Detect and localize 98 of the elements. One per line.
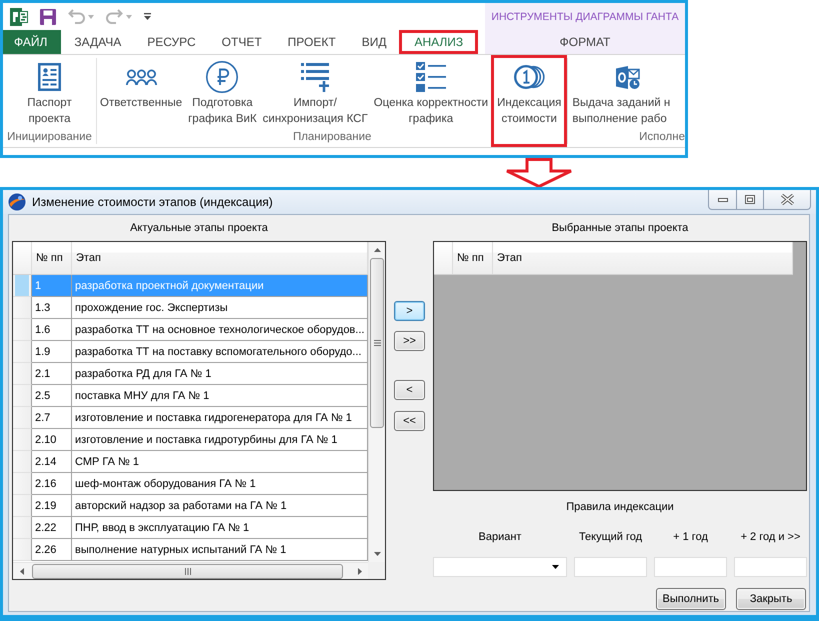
table-row[interactable]: 2.14 СМР ГА № 1 xyxy=(13,451,368,473)
ribbon-button[interactable]: Подготовка графика ВиК xyxy=(185,55,260,130)
minimize-icon xyxy=(718,198,728,202)
field-label: + 2 год и >> xyxy=(740,530,800,545)
dialog-button[interactable]: Закрыть xyxy=(736,588,806,610)
group-label: Планирование xyxy=(292,130,372,145)
ribbon-button[interactable]: Оценка корректности графика xyxy=(370,55,492,130)
ribbon-button[interactable]: Паспорт проекта xyxy=(24,55,75,130)
coins-icon xyxy=(514,65,545,89)
ribbon-tab[interactable]: РЕСУРС xyxy=(134,30,209,54)
scrollbar-corner xyxy=(368,562,385,579)
row-header-cell[interactable] xyxy=(13,341,32,363)
list-add-icon xyxy=(301,62,330,92)
row-header-cell[interactable] xyxy=(13,297,32,319)
close-icon xyxy=(780,194,794,205)
row-header-cell[interactable] xyxy=(13,429,32,451)
checklist-icon xyxy=(416,62,446,92)
row-header-cell[interactable] xyxy=(13,385,32,407)
app-logo-icon xyxy=(8,193,26,211)
transfer-button[interactable]: >> xyxy=(394,331,425,351)
table-row[interactable]: 2.5 поставка МНУ для ГА № 1 xyxy=(13,385,368,407)
column-header[interactable]: № пп xyxy=(453,242,493,274)
table-cell: 2.26 xyxy=(32,539,72,561)
ruble-coin-icon xyxy=(206,61,238,93)
group-label: Исполне xyxy=(639,130,685,145)
row-header-cell[interactable] xyxy=(13,517,32,539)
scroll-up-icon[interactable] xyxy=(374,248,380,252)
input-field[interactable] xyxy=(574,557,647,577)
group-label: Инициирование xyxy=(7,130,92,145)
table-row[interactable]: 2.19 авторский надзор за работами на ГА № 1 xyxy=(13,495,368,517)
scroll-right-icon[interactable] xyxy=(358,568,362,574)
section-title: Правила индексации xyxy=(566,500,674,515)
input-field[interactable] xyxy=(734,557,807,577)
maximize-button[interactable] xyxy=(737,190,764,210)
scrollbar-thumb[interactable] xyxy=(370,258,384,428)
input-field[interactable] xyxy=(654,557,727,577)
dialog-button[interactable]: Выполнить xyxy=(656,588,726,610)
column-header[interactable]: № пп xyxy=(32,242,72,274)
contextual-header: ИНСТРУМЕНТЫ ДИАГРАММЫ ГАНТА xyxy=(491,10,679,25)
row-header-cell[interactable] xyxy=(13,495,32,517)
field-label: Текущий год xyxy=(578,530,642,545)
table-row[interactable]: 1.3 прохождение гос. Экспертизы xyxy=(13,297,368,319)
row-header-cell[interactable] xyxy=(13,473,32,495)
transfer-button[interactable]: < xyxy=(394,380,425,400)
ribbon-tab[interactable]: ПРОЕКТ xyxy=(274,30,349,54)
scrollbar-thumb[interactable] xyxy=(32,564,343,578)
save-icon[interactable] xyxy=(40,8,56,24)
table-cell: выполнение натурных испытаний ГА № 1 xyxy=(72,539,368,561)
ribbon-tab[interactable]: ВИД xyxy=(348,30,400,54)
app-logo-icon[interactable] xyxy=(10,8,28,26)
ribbon-tab[interactable]: АНАЛИЗ xyxy=(399,30,478,54)
transfer-button[interactable]: << xyxy=(394,411,425,431)
grip-icon xyxy=(184,568,190,574)
transfer-button[interactable]: > xyxy=(394,301,425,321)
ribbon-button[interactable]: Ответственные xyxy=(97,55,186,130)
table-row[interactable]: 1.6 разработка ТТ на основное технологическое оборудов... xyxy=(13,319,368,341)
vertical-scrollbar[interactable] xyxy=(368,242,385,562)
field-label: Вариант xyxy=(478,530,522,545)
row-header-cell[interactable] xyxy=(13,275,32,297)
customize-icon[interactable] xyxy=(144,13,151,20)
ribbon-tab[interactable]: ОТЧЕТ xyxy=(208,30,275,54)
ribbon-tab[interactable]: ФОРМАТ xyxy=(546,30,624,54)
row-header-cell[interactable] xyxy=(13,363,32,385)
ribbon-button[interactable]: Импорт/ синхронизация КСГ xyxy=(260,55,371,130)
maximize-icon xyxy=(745,195,755,204)
caret-icon[interactable] xyxy=(88,14,94,18)
row-header-cell[interactable] xyxy=(13,319,32,341)
table-row[interactable]: 2.10 изготовление и поставка гидротурбины для ГА № 1 xyxy=(13,429,368,451)
table-row[interactable]: 2.1 разработка РД для ГА № 1 xyxy=(13,363,368,385)
table-row[interactable]: 1.9 разработка ТТ на поставку вспомогательного оборудо... xyxy=(13,341,368,363)
row-header-cell[interactable] xyxy=(13,451,32,473)
table-row[interactable]: 2.16 шеф-монтаж оборудования ГА № 1 xyxy=(13,473,368,495)
table-row[interactable]: 2.26 выполнение натурных испытаний ГА № 1 xyxy=(13,539,368,561)
row-header-cell[interactable] xyxy=(13,407,32,429)
scroll-down-icon[interactable] xyxy=(374,552,380,556)
table-row[interactable]: 2.22 ПНР, ввод в эксплуатацию ГА № 1 xyxy=(13,517,368,539)
panel-title: Выбранные этапы проекта xyxy=(552,221,688,236)
column-header[interactable]: Этап xyxy=(493,242,793,274)
id-card-icon xyxy=(38,63,61,91)
caret-icon[interactable] xyxy=(126,14,132,18)
grip-icon xyxy=(374,340,380,346)
panel-title: Актуальные этапы проекта xyxy=(130,221,268,236)
people-icon xyxy=(126,68,157,86)
close-button[interactable] xyxy=(764,190,811,210)
ribbon-tab[interactable]: ФАЙЛ xyxy=(3,30,62,54)
dropdown-field[interactable] xyxy=(433,557,567,577)
ribbon-button[interactable]: Выдача заданий н выполнение рабо xyxy=(568,55,670,130)
mail-clock-icon xyxy=(616,64,640,90)
ribbon-tab[interactable]: ЗАДАЧА xyxy=(61,30,134,54)
window-title: Изменение стоимости этапов (индексация) xyxy=(32,195,273,209)
table-row[interactable]: 2.7 изготовление и поставка гидрогенератора для ГА № 1 xyxy=(13,407,368,429)
caret-icon xyxy=(552,565,559,569)
horizontal-scrollbar[interactable] xyxy=(13,562,368,579)
scroll-left-icon[interactable] xyxy=(20,568,24,574)
ribbon-button[interactable]: Индексация стоимости xyxy=(491,55,568,147)
row-header-cell[interactable] xyxy=(13,539,32,561)
field-label: + 1 год xyxy=(673,530,708,545)
minimize-button[interactable] xyxy=(708,190,737,210)
